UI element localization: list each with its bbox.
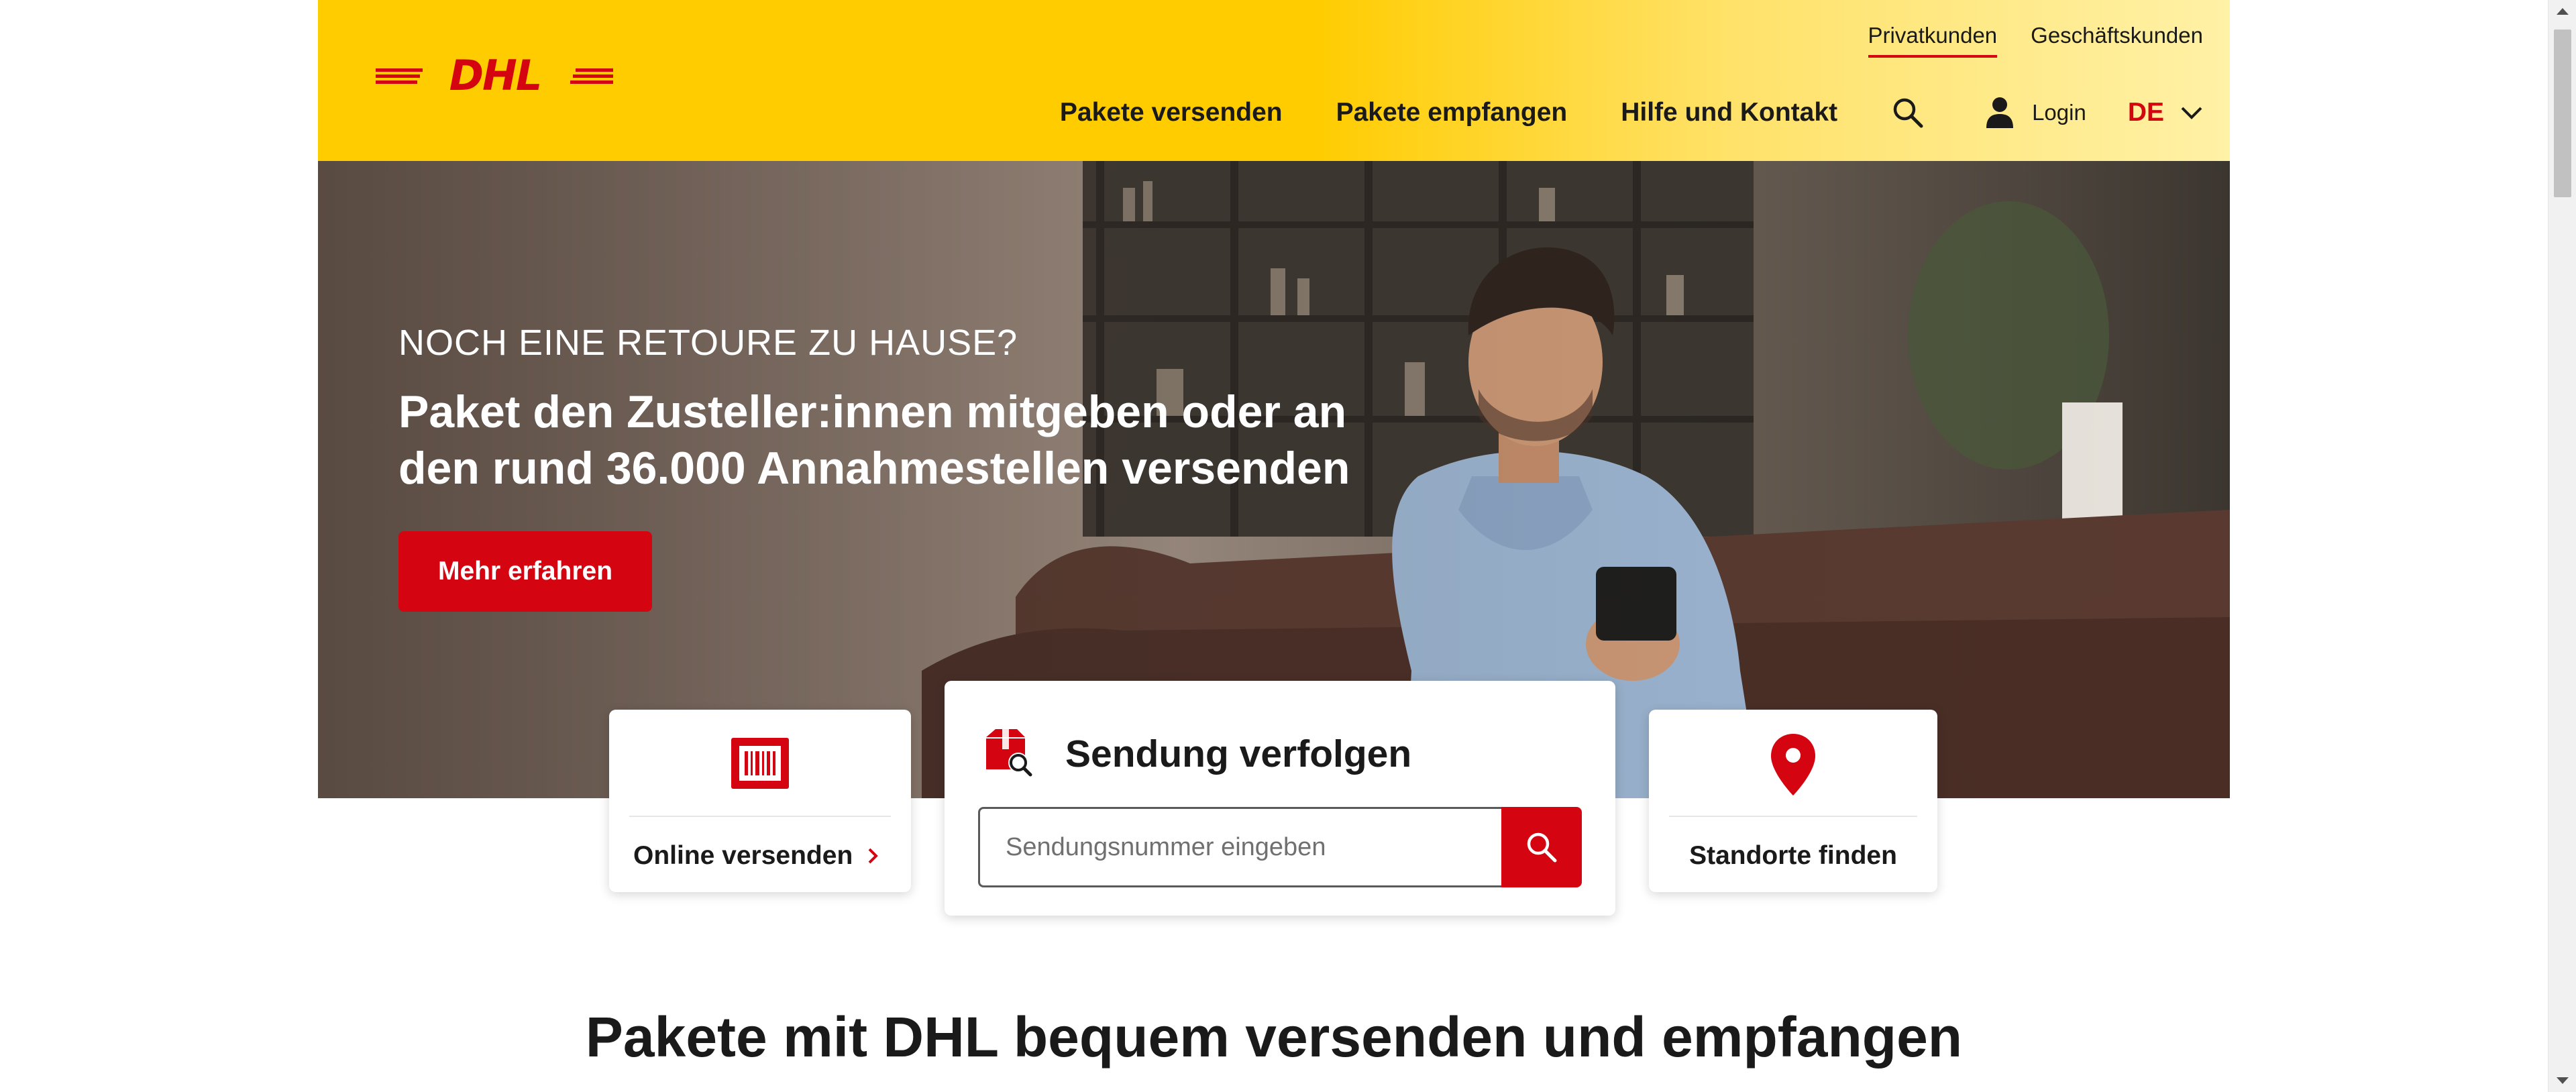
top-link-privatkunden[interactable]: Privatkunden (1868, 23, 1998, 58)
online-versenden-label: Online versenden (633, 841, 853, 870)
hero-text: NOCH EINE RETOURE ZU HAUSE? Paket den Zu… (398, 322, 1371, 496)
search-icon (1527, 832, 1557, 863)
package-search-icon (986, 729, 1032, 777)
language-selector[interactable]: DE (2128, 98, 2203, 127)
card-divider (1669, 816, 1917, 817)
card-divider (629, 816, 891, 817)
tracking-search-button[interactable] (1501, 807, 1582, 887)
nav-item-hilfe-kontakt[interactable]: Hilfe und Kontakt (1621, 98, 1837, 127)
tracking-number-input[interactable] (978, 807, 1501, 887)
section-title: Pakete mit DHL bequem versenden und empf… (585, 1005, 1963, 1069)
main-navigation: Pakete versenden Pakete empfangen Hilfe … (1060, 94, 2203, 131)
nav-item-pakete-versenden[interactable]: Pakete versenden (1060, 98, 1283, 127)
hero-eyebrow: NOCH EINE RETOURE ZU HAUSE? (398, 323, 1018, 363)
scroll-down-arrow[interactable] (2548, 1069, 2576, 1092)
hero-headline-line-1: Paket den Zusteller:innen mitgeben oder … (398, 386, 1347, 437)
standorte-finden-card[interactable]: Standorte finden (1649, 710, 1937, 892)
dhl-logo[interactable]: DHL (376, 56, 613, 94)
user-icon (1986, 97, 2014, 128)
login-button[interactable]: Login (1985, 96, 2086, 129)
audience-switch: Privatkunden Geschäftskunden (1868, 23, 2203, 58)
chevron-right-icon (868, 848, 879, 864)
online-versenden-link[interactable]: Online versenden (633, 841, 879, 871)
chevron-down-icon (2181, 107, 2202, 119)
scroll-thumb[interactable] (2554, 30, 2571, 197)
standorte-finden-label[interactable]: Standorte finden (1649, 841, 1937, 871)
location-pin-icon (1771, 734, 1815, 796)
barcode-label-icon (731, 738, 789, 789)
site-header: DHL Privatkunden Geschäftskunden Pakete … (318, 0, 2230, 161)
sendung-verfolgen-card: Sendung verfolgen (945, 681, 1615, 916)
hero-headline: Paket den Zusteller:innen mitgeben oder … (398, 384, 1371, 496)
sendung-verfolgen-title: Sendung verfolgen (1065, 732, 1412, 775)
mehr-erfahren-button[interactable]: Mehr erfahren (398, 531, 652, 612)
online-versenden-card[interactable]: Online versenden (609, 710, 911, 892)
page-scrollbar[interactable] (2548, 0, 2576, 1092)
hero-headline-line-2: den rund 36.000 Annahmestellen versenden (398, 443, 1350, 494)
page: DHL Privatkunden Geschäftskunden Pakete … (318, 0, 2230, 1092)
top-link-geschaeftskunden[interactable]: Geschäftskunden (2031, 23, 2203, 58)
scroll-up-arrow[interactable] (2548, 0, 2576, 23)
language-label: DE (2127, 98, 2164, 127)
login-label: Login (2032, 100, 2086, 125)
logo-text: DHL (449, 56, 541, 94)
search-icon[interactable] (1891, 96, 1925, 129)
tracking-form (978, 807, 1582, 887)
nav-item-pakete-empfangen[interactable]: Pakete empfangen (1336, 98, 1568, 127)
